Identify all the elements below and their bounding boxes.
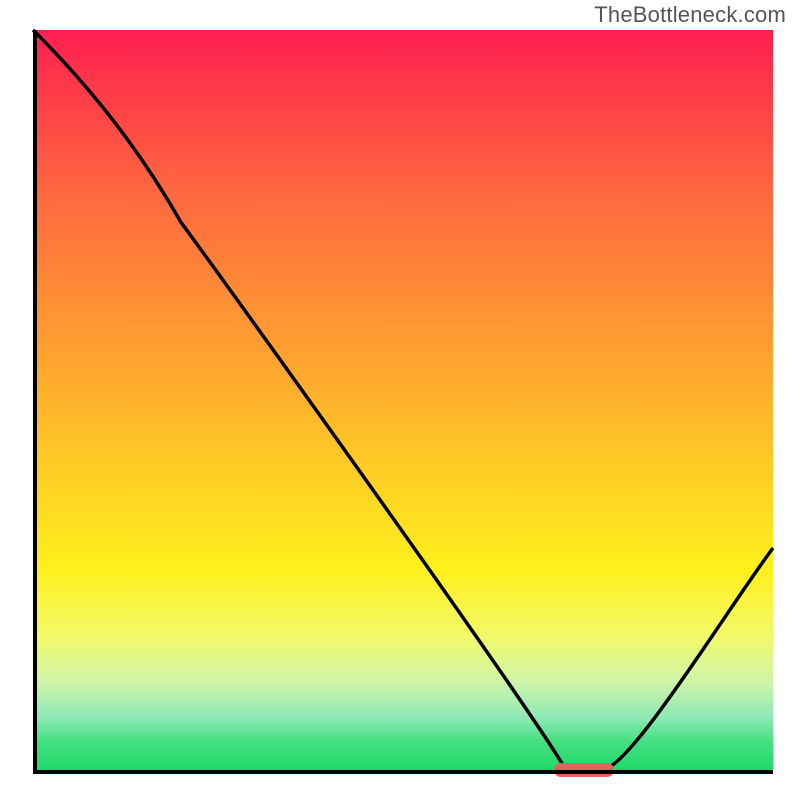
bottleneck-curve <box>33 30 773 770</box>
plot-area <box>33 30 773 770</box>
x-axis <box>33 770 773 774</box>
chart-container: TheBottleneck.com <box>0 0 800 800</box>
watermark-text: TheBottleneck.com <box>594 2 786 28</box>
curve-path <box>33 30 773 770</box>
y-axis <box>33 30 37 770</box>
